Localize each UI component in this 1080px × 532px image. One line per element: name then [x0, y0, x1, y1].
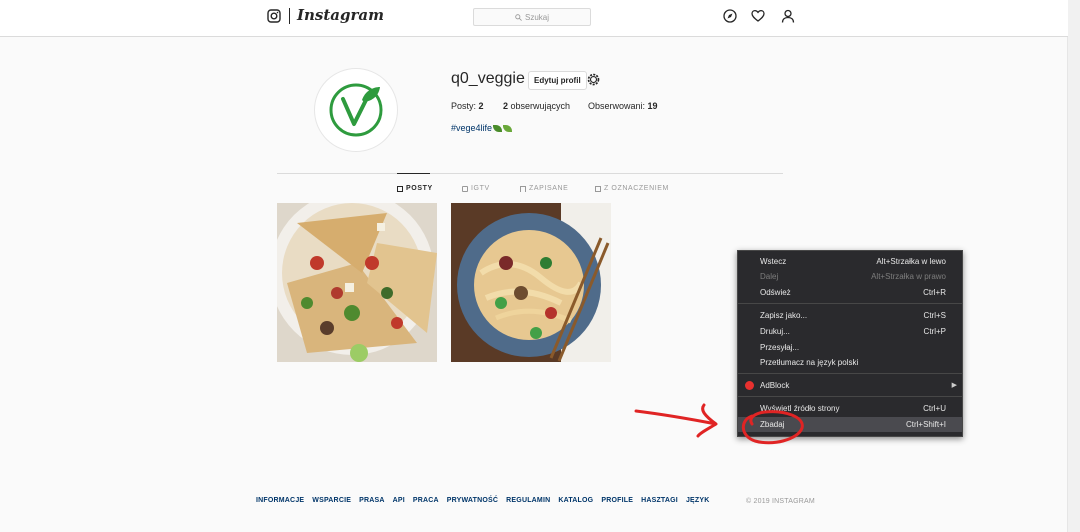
- leaf-emoji-icon: [503, 125, 513, 132]
- tab-tagged[interactable]: Z OZNACZENIEM: [595, 185, 669, 192]
- active-tab-indicator: [397, 173, 430, 174]
- bookmark-icon: [520, 185, 526, 192]
- edit-profile-button[interactable]: Edytuj profil: [528, 71, 587, 90]
- footer-link-api[interactable]: API: [393, 497, 405, 504]
- profile-avatar[interactable]: [314, 68, 398, 152]
- adblock-icon: [745, 381, 754, 390]
- menu-separator: [738, 303, 962, 304]
- copyright-text: © 2019 INSTAGRAM: [746, 498, 815, 505]
- grid-icon: [397, 185, 403, 192]
- menu-separator: [738, 396, 962, 397]
- noodles-photo: [451, 203, 611, 362]
- menu-item-forward: Dalej Alt+Strzałka w prawo: [760, 272, 946, 281]
- tab-igtv[interactable]: IGTV: [462, 185, 490, 192]
- search-input[interactable]: Szukaj: [473, 8, 591, 26]
- footer-link-privacy[interactable]: PRYWATNOŚĆ: [447, 497, 498, 504]
- following-stat[interactable]: Obserwowani: 19: [588, 101, 658, 111]
- footer-link-support[interactable]: WSPARCIE: [312, 497, 351, 504]
- tag-icon: [595, 185, 601, 192]
- logo-separator: [289, 8, 290, 24]
- top-navigation-bar: Instagram Szukaj: [0, 0, 1068, 37]
- menu-item-inspect[interactable]: Zbadaj Ctrl+Shift+I: [738, 417, 962, 432]
- footer-link-profiles[interactable]: PROFILE: [601, 497, 633, 504]
- tabs-divider: [277, 173, 783, 174]
- instagram-camera-icon[interactable]: [267, 9, 281, 23]
- menu-item-reload[interactable]: Odśwież Ctrl+R: [738, 285, 962, 300]
- bio-hashtag[interactable]: #vege4life: [451, 123, 492, 133]
- leaf-emoji-icon: [493, 125, 503, 132]
- heart-icon[interactable]: [751, 9, 765, 23]
- menu-item-print[interactable]: Drukuj... Ctrl+P: [738, 324, 962, 339]
- menu-item-translate[interactable]: Przetłumacz na język polski: [738, 355, 962, 370]
- red-arrow-annotation: [634, 403, 718, 438]
- profile-bio[interactable]: #vege4life: [451, 123, 513, 133]
- followers-stat[interactable]: 2 obserwujących: [503, 101, 570, 111]
- context-menu: Wstecz Alt+Strzałka w lewo Dalej Alt+Str…: [737, 250, 963, 437]
- quesadilla-photo: [277, 203, 437, 362]
- menu-item-adblock[interactable]: AdBlock ▶: [738, 378, 962, 393]
- compass-icon[interactable]: [723, 9, 737, 23]
- tab-saved[interactable]: ZAPISANE: [520, 185, 568, 192]
- footer-link-jobs[interactable]: PRACA: [413, 497, 439, 504]
- menu-separator: [738, 373, 962, 374]
- menu-item-cast[interactable]: Przesyłaj...: [738, 340, 962, 355]
- submenu-arrow-icon: ▶: [951, 382, 957, 389]
- settings-gear-icon[interactable]: [586, 72, 601, 87]
- footer-link-terms[interactable]: REGULAMIN: [506, 497, 550, 504]
- footer-links: INFORMACJE WSPARCIE PRASA API PRACA PRYW…: [256, 497, 710, 504]
- menu-item-view-source[interactable]: Wyświetl źródło strony Ctrl+U: [738, 401, 962, 416]
- post-thumbnail-quesadilla[interactable]: [277, 203, 437, 362]
- instagram-wordmark[interactable]: Instagram: [297, 6, 384, 24]
- tab-posts[interactable]: POSTY: [397, 185, 433, 192]
- footer-link-hashtags[interactable]: HASZTAGI: [641, 497, 678, 504]
- vegan-logo-icon: [329, 83, 383, 137]
- search-icon: [515, 13, 522, 21]
- search-placeholder: Szukaj: [524, 12, 549, 22]
- footer-link-about[interactable]: INFORMACJE: [256, 497, 304, 504]
- footer-link-language[interactable]: JĘZYK: [686, 497, 710, 504]
- posts-count-stat[interactable]: Posty: 2: [451, 101, 484, 111]
- profile-username: q0_veggie: [451, 70, 525, 87]
- footer-link-directory[interactable]: KATALOG: [558, 497, 593, 504]
- post-thumbnail-noodles[interactable]: [451, 203, 611, 362]
- igtv-icon: [462, 185, 468, 192]
- menu-item-save-as[interactable]: Zapisz jako... Ctrl+S: [738, 308, 962, 323]
- menu-item-back[interactable]: Wstecz Alt+Strzałka w lewo: [738, 254, 962, 269]
- footer-link-press[interactable]: PRASA: [359, 497, 385, 504]
- page-scrollbar[interactable]: [1067, 0, 1080, 532]
- user-icon[interactable]: [781, 9, 795, 23]
